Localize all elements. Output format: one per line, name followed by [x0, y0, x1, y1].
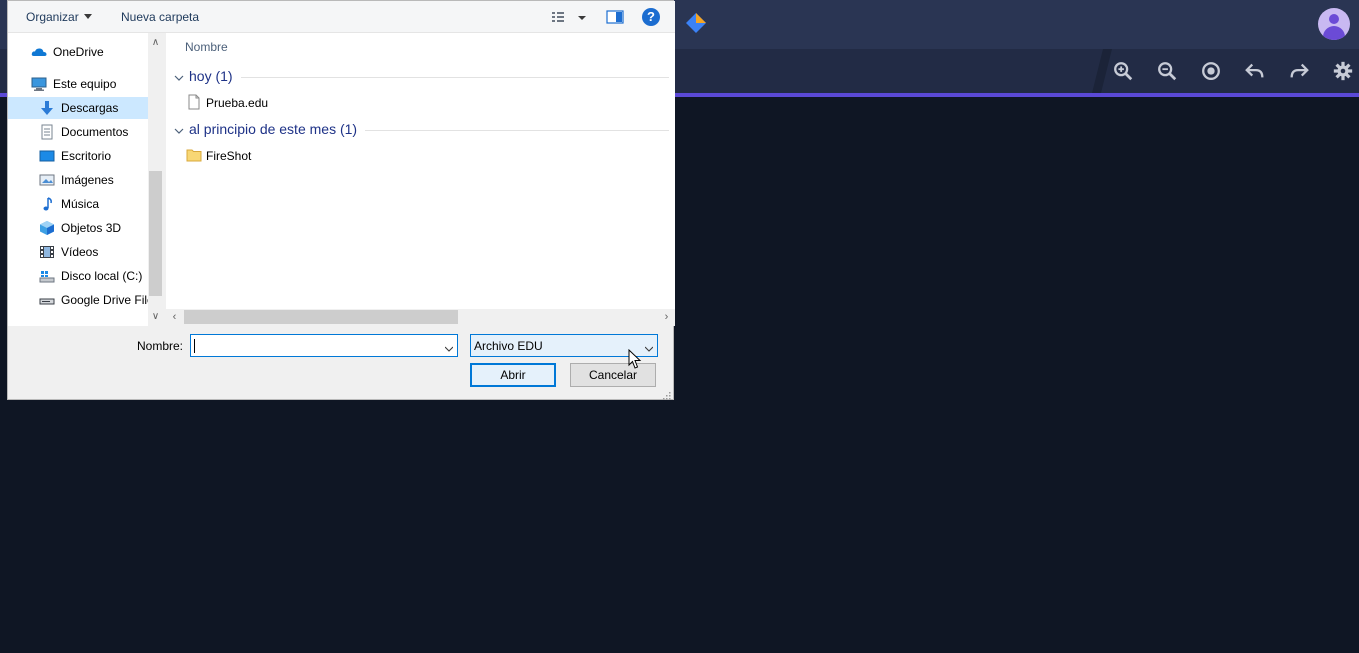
open-button[interactable]: Abrir [470, 363, 556, 387]
app-logo-icon [686, 13, 706, 33]
target-icon[interactable] [1198, 58, 1224, 84]
view-options-icon[interactable] [550, 9, 588, 25]
file-type-value: Archivo EDU [474, 339, 543, 353]
nav-item-downloads[interactable]: Descargas [8, 97, 148, 119]
scroll-right-icon[interactable]: › [658, 309, 675, 326]
nav-label: Este equipo [53, 77, 117, 91]
group-title: hoy (1) [189, 68, 241, 84]
drive-icon [39, 292, 55, 308]
folder-icon [186, 147, 202, 163]
cancel-button[interactable]: Cancelar [570, 363, 656, 387]
organize-button[interactable]: Organizar [26, 10, 92, 24]
nav-label: Disco local (C:) [61, 269, 143, 283]
onedrive-icon [31, 44, 47, 60]
command-bar: Organizar Nueva carpeta ? [8, 1, 675, 33]
nav-item-3d-objects[interactable]: Objetos 3D [8, 217, 148, 239]
file-icon [186, 94, 202, 110]
videos-icon [39, 244, 55, 260]
nav-item-google-drive[interactable]: Google Drive File [8, 289, 154, 311]
horizontal-scrollbar[interactable]: ‹ › [166, 309, 675, 326]
chevron-down-icon [174, 72, 184, 82]
horizontal-scroll-thumb[interactable] [184, 310, 458, 324]
nav-label: Documentos [61, 125, 129, 139]
nav-item-music[interactable]: Música [8, 193, 148, 215]
column-header-name[interactable]: Nombre [185, 40, 228, 54]
local-disk-icon [39, 268, 55, 284]
group-header-this-month[interactable]: al principio de este mes (1) [174, 119, 669, 141]
group-title: al principio de este mes (1) [189, 121, 366, 137]
documents-icon [39, 124, 55, 140]
nav-item-local-disk[interactable]: Disco local (C:) [8, 265, 148, 287]
settings-icon[interactable] [1330, 58, 1356, 84]
scroll-down-icon[interactable]: ∨ [148, 309, 163, 324]
downloads-icon [39, 100, 55, 116]
zoom-out-icon[interactable] [1154, 58, 1180, 84]
nav-label: Escritorio [61, 149, 112, 163]
nav-item-onedrive[interactable]: OneDrive [8, 41, 148, 63]
file-name-label: Nombre: [137, 339, 184, 353]
scroll-up-icon[interactable]: ∧ [148, 35, 163, 50]
preview-pane-icon[interactable] [606, 9, 624, 25]
chevron-down-icon[interactable] [444, 342, 454, 352]
music-icon [39, 196, 55, 212]
resize-grip-icon[interactable] [663, 389, 671, 400]
group-header-today[interactable]: hoy (1) [174, 66, 669, 88]
nav-scroll-thumb[interactable] [149, 171, 162, 296]
zoom-in-icon[interactable] [1110, 58, 1136, 84]
nav-label: Google Drive File [61, 293, 154, 307]
file-name: Prueba.edu [206, 96, 269, 110]
chevron-down-icon [174, 125, 184, 135]
nav-label: Música [61, 197, 100, 211]
file-list: Nombre hoy (1) Prueba.edu al principio d… [166, 33, 675, 326]
help-icon[interactable]: ? [642, 8, 660, 26]
organize-label: Organizar [26, 10, 79, 24]
nav-scrollbar[interactable]: ∧ ∨ [148, 33, 163, 326]
undo-icon[interactable] [1242, 58, 1268, 84]
nav-item-this-pc[interactable]: Este equipo [8, 73, 148, 95]
nav-item-videos[interactable]: Vídeos [8, 241, 148, 263]
mouse-pointer-icon [628, 348, 642, 370]
nav-label: Objetos 3D [61, 221, 122, 235]
nav-item-desktop[interactable]: Escritorio [8, 145, 148, 167]
text-caret [194, 339, 195, 353]
nav-item-pictures[interactable]: Imágenes [8, 169, 148, 191]
computer-icon [31, 76, 47, 92]
scroll-left-icon[interactable]: ‹ [166, 309, 183, 326]
redo-icon[interactable] [1286, 58, 1312, 84]
new-folder-button[interactable]: Nueva carpeta [121, 10, 199, 24]
chevron-down-icon [644, 342, 654, 352]
file-name-input[interactable] [190, 334, 458, 357]
nav-label: OneDrive [53, 45, 104, 59]
open-file-dialog: Organizar Nueva carpeta ? OneDrive Este … [7, 0, 675, 400]
nav-item-documents[interactable]: Documentos [8, 121, 148, 143]
user-avatar[interactable] [1318, 8, 1350, 40]
objects3d-icon [39, 220, 55, 236]
navigation-pane: OneDrive Este equipo Descargas Documento… [8, 33, 163, 326]
nav-label: Descargas [61, 101, 119, 115]
desktop-icon [39, 148, 55, 164]
caret-down-icon [83, 14, 92, 19]
pictures-icon [39, 172, 55, 188]
file-name: FireShot [206, 149, 252, 163]
nav-label: Vídeos [61, 245, 99, 259]
nav-label: Imágenes [61, 173, 114, 187]
